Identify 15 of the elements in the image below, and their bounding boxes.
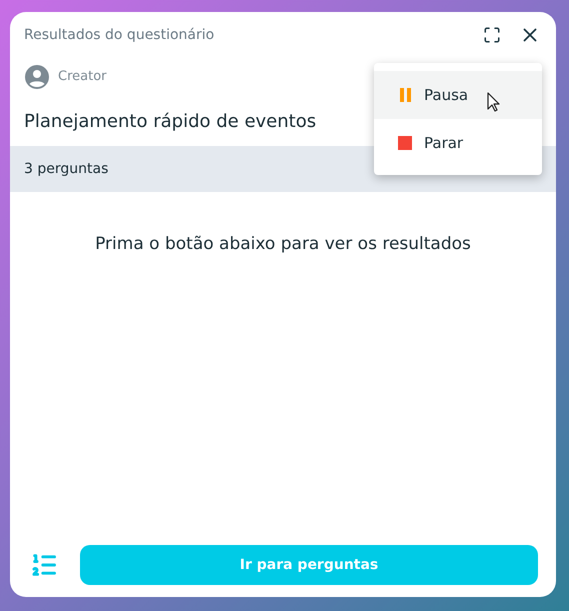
window-title: Resultados do questionário	[24, 26, 216, 44]
menu-item-label: Parar	[424, 132, 464, 154]
menu-item[interactable]: Parar	[374, 119, 542, 167]
menu-item-label: Pausa	[424, 84, 468, 106]
results-message: Prima o botão abaixo para ver os resultados	[95, 233, 471, 256]
question-count: 3 perguntas	[24, 160, 108, 178]
stop-icon	[398, 136, 412, 150]
pause-icon	[398, 87, 412, 103]
author-name: Creator	[58, 68, 106, 86]
avatar-icon	[25, 65, 49, 89]
menu-item[interactable]: Pausa	[374, 71, 542, 119]
mouse-cursor-icon	[487, 92, 500, 112]
fullscreen-icon	[483, 26, 501, 44]
numbered-list-icon	[30, 551, 58, 579]
quiz-title: Planejamento rápido de eventos	[24, 110, 316, 134]
